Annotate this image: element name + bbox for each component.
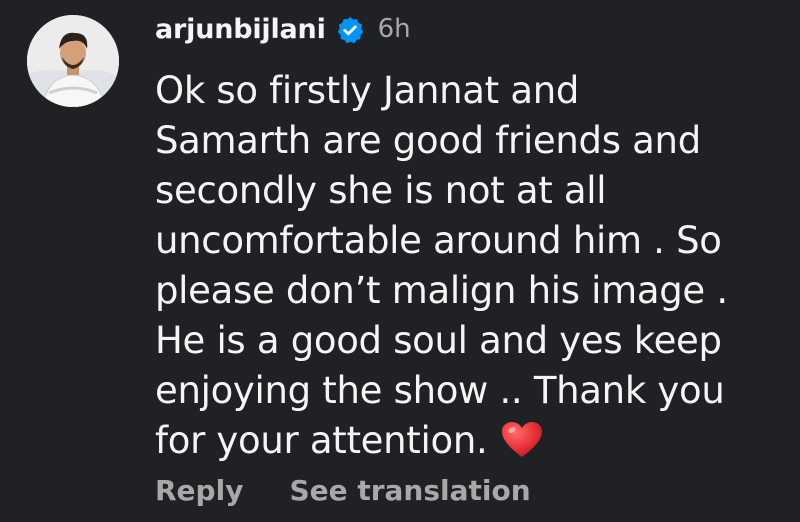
comment-last-line: for your attention.: [155, 416, 785, 466]
comment-line: He is a good soul and yes keep: [155, 319, 722, 362]
comment-actions: Reply See translation: [155, 474, 531, 507]
verified-badge-icon: [336, 16, 364, 44]
comment-line: Samarth are good friends and: [155, 119, 701, 162]
comment-line: Ok so firstly Jannat and: [155, 69, 580, 112]
comment-header: arjunbijlani 6h: [155, 6, 411, 52]
timestamp: 6h: [377, 14, 411, 44]
comment-line: enjoying the show .. Thank you: [155, 369, 725, 412]
avatar-image: [27, 15, 119, 107]
comment-line: uncomfortable around him . So: [155, 219, 722, 262]
see-translation-button[interactable]: See translation: [289, 474, 530, 507]
comment: arjunbijlani 6h Ok so firstly Jannat and…: [0, 0, 800, 522]
comment-text: Ok so firstly Jannat and Samarth are goo…: [155, 66, 785, 466]
username[interactable]: arjunbijlani: [155, 14, 326, 45]
comment-line: for your attention.: [155, 419, 488, 462]
reply-button[interactable]: Reply: [155, 474, 243, 507]
comment-line: secondly she is not at all: [155, 169, 607, 212]
comment-line: please don’t malign his image .: [155, 269, 728, 312]
heart-emoji-icon: [501, 421, 543, 459]
avatar[interactable]: [27, 15, 119, 107]
